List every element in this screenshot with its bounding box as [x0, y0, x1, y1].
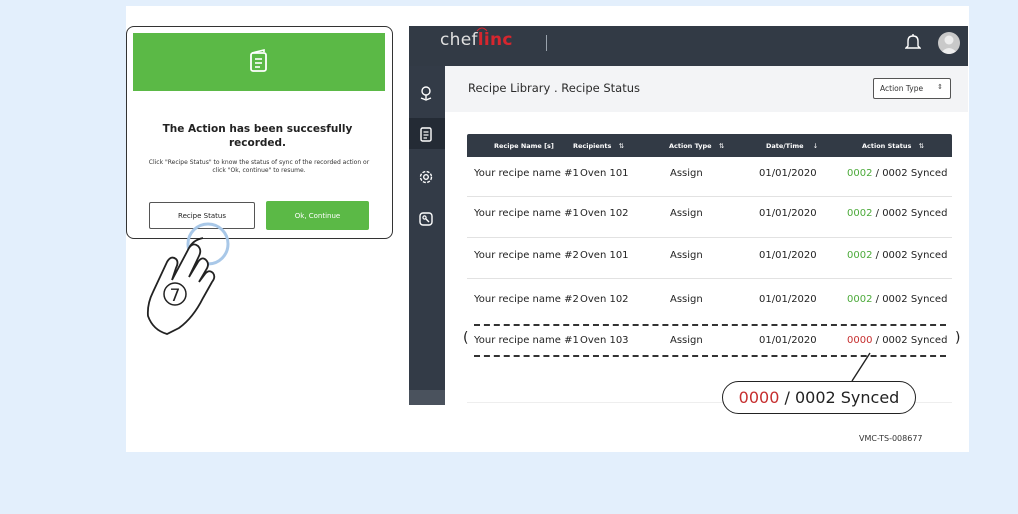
step-number: 7 [170, 286, 181, 306]
ok-continue-button[interactable]: Ok, Continue [266, 201, 369, 230]
cell-status: 0002 / 0002 Synced [847, 208, 948, 219]
cell-action: Assign [670, 168, 703, 179]
cell-date: 01/01/2020 [759, 208, 817, 219]
cell-recipient: Oven 101 [580, 168, 629, 179]
success-dialog: The Action has been succesfully recorded… [126, 26, 393, 239]
dialog-header [133, 33, 385, 91]
cell-recipient: Oven 103 [580, 335, 629, 346]
cell-recipient: Oven 101 [580, 250, 629, 261]
cell-date: 01/01/2020 [759, 294, 817, 305]
dialog-message: Click "Recipe Status" to know the status… [148, 159, 370, 174]
row-divider [467, 278, 952, 279]
hand-pointer-icon: 7 [146, 222, 230, 335]
breadcrumb: Recipe Library . Recipe Status [468, 81, 641, 95]
app-logo[interactable]: cheflinc [440, 30, 513, 50]
cell-action: Assign [670, 250, 703, 261]
recipe-icon[interactable] [416, 124, 436, 144]
cell-action: Assign [670, 208, 703, 219]
cell-date: 01/01/2020 [759, 250, 817, 261]
col-recipe-name[interactable]: Recipe Name [s] [494, 142, 554, 150]
highlight-dash-top [474, 324, 946, 326]
document-id: VMC-TS-008677 [859, 434, 923, 443]
logo-separator [546, 35, 547, 51]
cell-recipe-name: Your recipe name #1 [474, 208, 579, 219]
status-callout: 0000 / 0002 Synced [722, 381, 916, 414]
cell-recipe-name: Your recipe name #2 [474, 250, 579, 261]
document-icon [250, 49, 267, 72]
col-action-type[interactable]: Action Type ⇅ [669, 142, 724, 150]
gear-icon[interactable] [416, 167, 436, 187]
sidebar-footer [409, 390, 445, 405]
cell-recipe-name: Your recipe name #1 [474, 335, 579, 346]
cell-recipe-name: Your recipe name #1 [474, 168, 579, 179]
sidebar [409, 66, 445, 405]
cell-recipe-name: Your recipe name #2 [474, 294, 579, 305]
col-date-time[interactable]: Date/Time ↓ [766, 142, 818, 150]
dialog-title: The Action has been succesfully recorded… [162, 123, 353, 149]
avatar[interactable] [938, 32, 960, 54]
cell-date: 01/01/2020 [759, 335, 817, 346]
cell-recipient: Oven 102 [580, 208, 629, 219]
cell-date: 01/01/2020 [759, 168, 817, 179]
select-arrow-icon: ⇕ [937, 83, 943, 91]
highlight-paren-right: ) [955, 330, 961, 346]
cell-status: 0002 / 0002 Synced [847, 294, 948, 305]
col-recipients[interactable]: Recipients ⇅ [573, 142, 624, 150]
cell-status: 0000 / 0002 Synced [847, 335, 948, 346]
cell-status: 0002 / 0002 Synced [847, 250, 948, 261]
callout-leader-line [851, 352, 871, 382]
highlight-paren-left: ( [463, 330, 469, 346]
cell-recipient: Oven 102 [580, 294, 629, 305]
cell-action: Assign [670, 335, 703, 346]
wifi-arc-icon [476, 27, 488, 32]
action-type-select[interactable]: Action Type ⇕ [873, 78, 951, 99]
tag-icon[interactable] [416, 209, 436, 229]
location-icon[interactable] [416, 83, 436, 103]
row-divider [467, 196, 952, 197]
cell-action: Assign [670, 294, 703, 305]
bell-icon[interactable] [905, 33, 921, 51]
col-action-status[interactable]: Action Status ⇅ [862, 142, 924, 150]
row-divider [467, 237, 952, 238]
cell-status: 0002 / 0002 Synced [847, 168, 948, 179]
